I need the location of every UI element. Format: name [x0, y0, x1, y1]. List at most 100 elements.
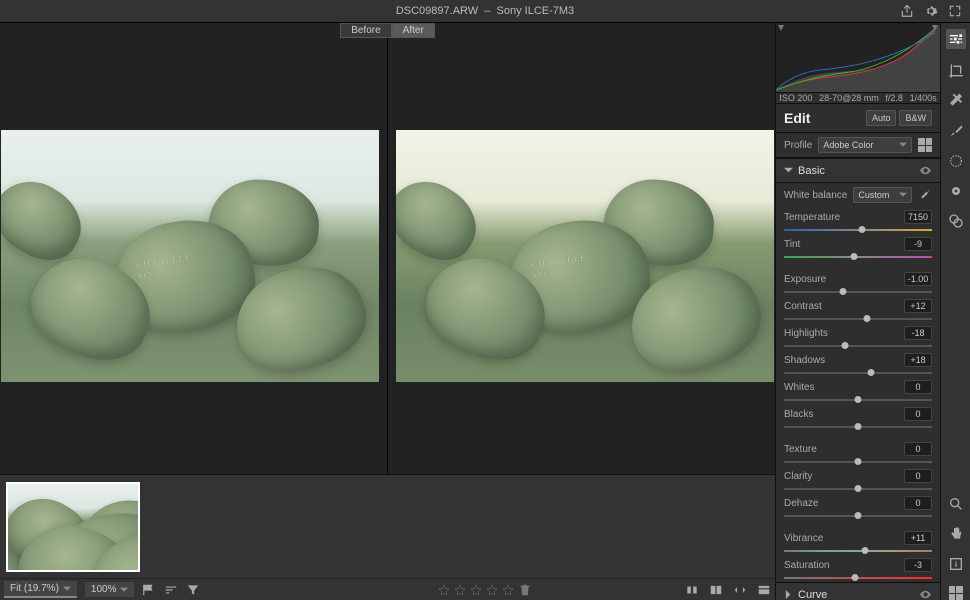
slider-label: Highlights [784, 328, 828, 339]
before-after-tabs: Before After [0, 23, 775, 38]
slider-clarity[interactable]: Clarity 0 [776, 466, 940, 493]
slider-value[interactable]: 0 [904, 496, 932, 510]
slider-value[interactable]: +18 [904, 353, 932, 367]
compare-swap-icon[interactable] [733, 583, 747, 597]
brush-tool-icon[interactable] [948, 123, 964, 139]
slider-track[interactable] [784, 458, 932, 466]
heal-tool-icon[interactable] [948, 93, 964, 109]
trash-icon[interactable] [518, 583, 532, 597]
slider-track[interactable] [784, 396, 932, 404]
slider-blacks[interactable]: Blacks 0 [776, 404, 940, 431]
crop-tool-icon[interactable] [948, 63, 964, 79]
grid-view-icon[interactable] [949, 586, 963, 600]
eyedropper-icon[interactable] [918, 188, 932, 202]
slider-texture[interactable]: Texture 0 [776, 439, 940, 466]
slider-temperature[interactable]: Temperature7150 [776, 207, 940, 234]
slider-label: Vibrance [784, 533, 823, 544]
filter-icon[interactable] [186, 583, 200, 597]
slider-value[interactable]: 0 [904, 380, 932, 394]
slider-saturation[interactable]: Saturation-3 [776, 555, 940, 582]
slider-label: Blacks [784, 409, 813, 420]
compare-split-icon[interactable] [709, 583, 723, 597]
meta-shutter: 1/400s [910, 93, 937, 103]
meta-aperture: f/2.8 [885, 93, 903, 103]
wb-label: White balance [784, 190, 847, 201]
slider-track[interactable] [784, 547, 932, 555]
camera-model: Sony ILCE-7M3 [497, 5, 575, 17]
thumbnail[interactable] [6, 482, 140, 572]
slider-track[interactable] [784, 512, 932, 520]
chevron-down-icon [784, 166, 793, 175]
share-icon[interactable] [900, 4, 914, 18]
slider-value[interactable]: -9 [904, 237, 932, 251]
slider-contrast[interactable]: Contrast +12 [776, 296, 940, 323]
slider-vibrance[interactable]: Vibrance +11 [776, 528, 940, 555]
slider-dehaze[interactable]: Dehaze0 [776, 493, 940, 520]
section-basic[interactable]: Basic [776, 158, 940, 183]
slider-value[interactable]: 0 [904, 442, 932, 456]
zoom-tool-icon[interactable] [948, 496, 964, 512]
slider-label: Clarity [784, 471, 812, 482]
tab-before[interactable]: Before [340, 23, 391, 38]
meta-iso: ISO 200 [779, 93, 812, 103]
slider-value[interactable]: 0 [904, 407, 932, 421]
hand-tool-icon[interactable] [948, 526, 964, 542]
fullscreen-icon[interactable] [948, 4, 962, 18]
presets-tool-icon[interactable] [948, 213, 964, 229]
auto-button[interactable]: Auto [866, 110, 897, 126]
profile-select[interactable]: Adobe Color [818, 137, 912, 153]
wb-select[interactable]: Custom [853, 187, 912, 203]
slider-label: Contrast [784, 301, 822, 312]
image-before[interactable]: CHANELLE kevin ♡ [1, 130, 379, 382]
slider-track[interactable] [784, 315, 932, 323]
compare-view: CHANELLE kevin ♡ CHANELLE kevin ♡ [0, 38, 775, 474]
bw-button[interactable]: B&W [899, 110, 932, 126]
slider-track[interactable] [784, 288, 932, 296]
profile-label: Profile [784, 140, 812, 151]
image-after[interactable]: CHANELLE kevin ♡ [396, 130, 774, 382]
tab-after[interactable]: After [392, 23, 435, 38]
redeye-tool-icon[interactable] [948, 183, 964, 199]
zoom-selector[interactable]: 100% [85, 582, 135, 597]
rating-stars[interactable] [438, 583, 532, 597]
slider-value[interactable]: -1.00 [904, 272, 932, 286]
slider-whites[interactable]: Whites 0 [776, 377, 940, 404]
profile-browse-icon[interactable] [918, 138, 932, 152]
slider-track[interactable] [784, 369, 932, 377]
slider-value[interactable]: -3 [904, 558, 932, 572]
sort-icon[interactable] [164, 583, 178, 597]
slider-shadows[interactable]: Shadows+18 [776, 350, 940, 377]
histogram[interactable] [776, 23, 940, 93]
slider-value[interactable]: +12 [904, 299, 932, 313]
compare-horiz-icon[interactable] [685, 583, 699, 597]
gear-icon[interactable] [924, 4, 938, 18]
mask-tool-icon[interactable] [948, 153, 964, 169]
sliders-tool-icon[interactable] [946, 29, 966, 49]
slider-track[interactable] [784, 485, 932, 493]
slider-track[interactable] [784, 342, 932, 350]
eye-icon[interactable] [919, 588, 932, 600]
slider-track[interactable] [784, 226, 932, 234]
slider-highlights[interactable]: Highlights -18 [776, 323, 940, 350]
meta-lens: 28-70@28 mm [819, 93, 879, 103]
flag-icon[interactable] [142, 583, 156, 597]
slider-value[interactable]: -18 [904, 326, 932, 340]
filmstrip-toggle-icon[interactable] [757, 583, 771, 597]
slider-exposure[interactable]: Exposure-1.00 [776, 269, 940, 296]
slider-tint[interactable]: Tint-9 [776, 234, 940, 261]
slider-value[interactable]: +11 [904, 531, 932, 545]
info-tool-icon[interactable] [948, 556, 964, 572]
eye-icon[interactable] [919, 164, 932, 177]
slider-track[interactable] [784, 574, 932, 582]
slider-label: Whites [784, 382, 815, 393]
slider-track[interactable] [784, 423, 932, 431]
filename: DSC09897.ARW [396, 5, 478, 17]
fit-selector[interactable]: Fit (19.7%) [4, 581, 77, 598]
slider-value[interactable]: 7150 [904, 210, 932, 224]
titlebar: DSC09897.ARW – Sony ILCE-7M3 [0, 0, 970, 23]
section-curve[interactable]: Curve [776, 582, 940, 600]
slider-label: Texture [784, 444, 817, 455]
edit-panel: ISO 200 28-70@28 mm f/2.8 1/400s Edit Au… [775, 23, 940, 600]
slider-track[interactable] [784, 253, 932, 261]
slider-value[interactable]: 0 [904, 469, 932, 483]
